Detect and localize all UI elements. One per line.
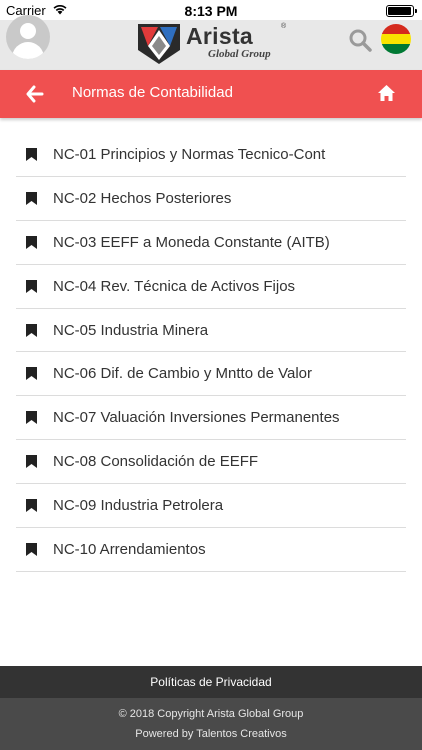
arista-logo-mark-icon [138,24,180,64]
bookmark-icon [26,367,37,381]
norms-list: NC-01 Principios y Normas Tecnico-Cont N… [16,133,406,572]
home-icon[interactable] [378,85,395,101]
list-item-label: NC-04 Rev. Técnica de Activos Fijos [53,277,296,295]
battery-level-fill [388,7,411,15]
bookmark-icon [26,323,37,337]
bolivia-flag-icon[interactable] [381,24,411,54]
list-item-nc-07[interactable]: NC-07 Valuación Inversiones Permanentes [16,396,406,441]
bookmark-icon [26,543,37,557]
powered-by-text: Powered by Talentos Creativos [135,728,287,740]
avatar-icon[interactable] [6,15,50,59]
bookmark-icon [26,279,37,293]
logo-registered-mark: ® [281,23,287,30]
logo-title: Arista [186,23,253,49]
list-item-nc-03[interactable]: NC-03 EEFF a Moneda Constante (AITB) [16,221,406,265]
list-item-label: NC-06 Dif. de Cambio y Mntto de Valor [53,365,312,383]
list-item-nc-04[interactable]: NC-04 Rev. Técnica de Activos Fijos [16,265,406,309]
bookmark-icon [26,455,37,469]
list-item-label: NC-10 Arrendamientos [53,541,206,559]
app-header: Arista ® Global Group [0,15,422,70]
battery-icon [386,5,417,17]
list-item-label: NC-09 Industria Petrolera [53,497,224,515]
page-title: Normas de Contabilidad [72,84,233,101]
flag-stripe-green [381,44,411,54]
list-item-nc-02[interactable]: NC-02 Hechos Posteriores [16,177,406,221]
bookmark-icon [26,411,37,425]
bookmark-icon [26,499,37,513]
list-item-label: NC-08 Consolidación de EEFF [53,453,259,471]
footer: © 2018 Copyright Arista Global Group Pow… [0,698,422,750]
search-icon[interactable] [348,28,372,52]
list-item-label: NC-07 Valuación Inversiones Permanentes [53,409,340,427]
privacy-policy-link[interactable]: Políticas de Privacidad [0,666,422,698]
list-item-label: NC-01 Principios y Normas Tecnico-Cont [53,146,326,163]
back-arrow-icon[interactable] [26,85,44,103]
list-item-nc-01[interactable]: NC-01 Principios y Normas Tecnico-Cont [16,133,406,177]
clock-time: 8:13 PM [184,3,238,19]
status-bar: Carrier 8:13 PM [0,0,422,20]
list-item-label: NC-02 Hechos Posteriores [53,189,232,207]
list-item-label: NC-03 EEFF a Moneda Constante (AITB) [53,233,330,251]
bookmark-icon [26,235,37,249]
list-item-nc-08[interactable]: NC-08 Consolidación de EEFF [16,440,406,485]
arista-logo: Arista ® Global Group [134,20,294,68]
title-bar: Normas de Contabilidad [0,70,422,118]
list-item-nc-10[interactable]: NC-10 Arrendamientos [16,528,406,572]
list-item-nc-06[interactable]: NC-06 Dif. de Cambio y Mntto de Valor [16,352,406,397]
copyright-text: © 2018 Copyright Arista Global Group [118,708,304,720]
bookmark-icon [26,191,37,205]
list-item-nc-09[interactable]: NC-09 Industria Petrolera [16,484,406,529]
flag-stripe-red [381,24,411,34]
flag-stripe-yellow [381,34,411,44]
logo-subtitle: Global Group [208,48,271,60]
list-item-label: NC-05 Industria Minera [53,321,209,339]
list-item-nc-05[interactable]: NC-05 Industria Minera [16,309,406,353]
bookmark-icon [26,148,37,161]
